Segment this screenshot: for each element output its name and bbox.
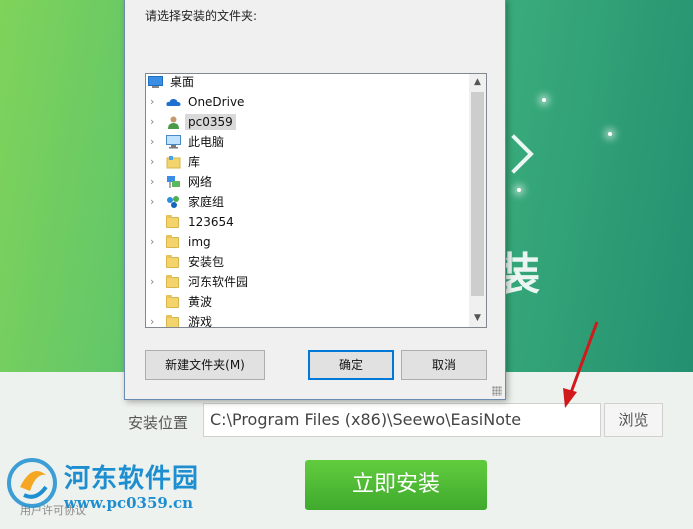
tree-item[interactable]: 黄波: [146, 292, 468, 312]
new-folder-button[interactable]: 新建文件夹(M): [145, 350, 265, 380]
folder-icon: [166, 315, 181, 327]
tree-item-label: 河东软件园: [188, 275, 249, 289]
tree-item-label: 库: [188, 155, 201, 169]
chevron-right-icon[interactable]: [150, 255, 160, 269]
tree-item[interactable]: 123654: [146, 212, 468, 232]
folder-icon: [166, 295, 181, 309]
chevron-right-icon[interactable]: ›: [150, 95, 160, 109]
chevron-right-icon[interactable]: ›: [150, 235, 160, 249]
tree-item-label: img: [188, 235, 211, 249]
chevron-right-icon[interactable]: ›: [150, 115, 160, 129]
chevron-right-icon[interactable]: [150, 295, 160, 309]
tree-item[interactable]: › 此电脑: [146, 132, 468, 152]
library-icon: [166, 155, 181, 169]
scroll-up-icon[interactable]: ▲: [469, 74, 486, 91]
tree-item-label: 此电脑: [188, 135, 225, 149]
onedrive-icon: [166, 95, 181, 109]
scroll-down-icon[interactable]: ▼: [469, 310, 486, 327]
browse-button[interactable]: 浏览: [604, 403, 663, 437]
red-arrow-icon: [563, 321, 599, 408]
tree-item[interactable]: › 库: [146, 152, 468, 172]
tree-item-label: 游戏: [188, 315, 213, 328]
watermark-url: www.pc0359.cn: [64, 494, 194, 512]
tree-item-label: OneDrive: [188, 95, 245, 109]
tree-item-label: 桌面: [170, 75, 195, 89]
sparkle: [542, 98, 546, 102]
sparkle: [517, 188, 521, 192]
tree-item[interactable]: 桌面: [146, 74, 450, 92]
folder-tree[interactable]: 桌面 › OneDrive › pc0359 › 此电脑 › 库 › 网络 › 家庭组 123654 › im…: [145, 73, 487, 328]
tree-item[interactable]: › 家庭组: [146, 192, 468, 212]
tree-item[interactable]: › img: [146, 232, 468, 252]
chevron-right-icon[interactable]: ›: [150, 155, 160, 169]
tree-item[interactable]: › 河东软件园: [146, 272, 468, 292]
chevron-right-icon[interactable]: ›: [150, 175, 160, 189]
tree-item[interactable]: › 游戏: [146, 312, 468, 328]
watermark-logo: [7, 458, 57, 508]
folder-icon: [166, 215, 181, 229]
chevron-right-icon[interactable]: ›: [150, 275, 160, 289]
tree-item-label: 家庭组: [188, 195, 225, 209]
tree-scrollbar[interactable]: ▲ ▼: [469, 74, 486, 327]
chevron-right-icon[interactable]: ›: [150, 135, 160, 149]
tree-item-label: 123654: [188, 215, 234, 229]
tree-item-label: 网络: [188, 175, 213, 189]
tree-item-label: 黄波: [188, 295, 213, 309]
install-location-label: 安装位置: [128, 414, 189, 432]
resize-grip[interactable]: [492, 386, 502, 396]
tree-item[interactable]: › OneDrive: [146, 92, 468, 112]
watermark-title: 河东软件园: [64, 464, 200, 494]
chevron-right-icon[interactable]: ›: [150, 315, 160, 327]
install-path-field[interactable]: C:\Program Files (x86)\Seewo\EasiNote: [203, 403, 601, 437]
tree-item[interactable]: 安装包: [146, 252, 468, 272]
network-icon: [166, 175, 181, 189]
tree-item-label: pc0359: [185, 114, 236, 130]
sparkle: [608, 132, 612, 136]
cancel-button[interactable]: 取消: [401, 350, 487, 380]
computer-icon: [166, 135, 181, 149]
desktop-icon: [148, 75, 163, 89]
folder-icon: [166, 255, 181, 269]
user-icon: [166, 115, 181, 129]
folder-icon: [166, 235, 181, 249]
chevron-right-icon[interactable]: [150, 215, 160, 229]
homegroup-icon: [166, 195, 181, 209]
scroll-thumb[interactable]: [471, 92, 484, 296]
folder-icon: [166, 275, 181, 289]
dialog-prompt: 请选择安装的文件夹:: [145, 9, 258, 23]
tree-item-label: 安装包: [188, 255, 225, 269]
install-now-button[interactable]: 立即安装: [305, 460, 487, 510]
tree-item[interactable]: › 网络: [146, 172, 468, 192]
tree-item[interactable]: › pc0359: [146, 112, 468, 132]
folder-picker-dialog: 请选择安装的文件夹: 桌面 › OneDrive › pc0359 › 此电脑 › 库 › 网络 › 家…: [124, 0, 506, 400]
ok-button[interactable]: 确定: [308, 350, 394, 380]
chevron-right-icon[interactable]: ›: [150, 195, 160, 209]
